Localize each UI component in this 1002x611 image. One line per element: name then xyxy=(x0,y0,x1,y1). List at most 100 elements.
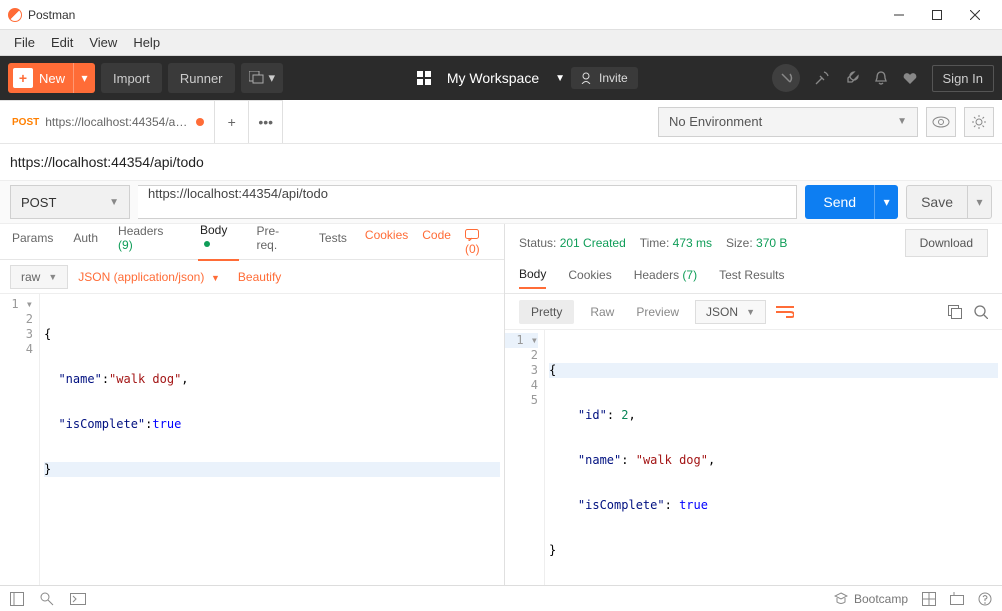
comments-link[interactable]: (0) xyxy=(465,228,494,256)
tab-headers[interactable]: Headers (9) xyxy=(116,224,182,260)
tab-method: POST xyxy=(12,117,39,128)
heart-icon[interactable] xyxy=(902,71,918,85)
close-button[interactable] xyxy=(956,0,994,30)
window-mode-button[interactable]: ▾ xyxy=(241,63,284,93)
request-tabs-row: POST https://localhost:44354/api/to... +… xyxy=(0,100,1002,144)
import-button[interactable]: Import xyxy=(101,63,162,93)
status-bar: Bootcamp xyxy=(0,585,1002,611)
search-response-icon[interactable] xyxy=(974,305,988,319)
body-options-row: raw ▼ JSON (application/json) ▼ Beautify xyxy=(0,260,504,294)
content-type-selector[interactable]: JSON (application/json) ▼ xyxy=(78,270,220,284)
response-tab-body[interactable]: Body xyxy=(519,267,546,289)
send-button[interactable]: Send ▾ xyxy=(805,185,898,219)
window-title: Postman xyxy=(28,8,880,22)
workspace-selector[interactable]: My Workspace ▼ xyxy=(417,70,565,86)
wrap-lines-icon[interactable] xyxy=(776,305,794,319)
tab-params[interactable]: Params xyxy=(10,231,55,253)
new-dropdown[interactable]: ▾ xyxy=(73,63,95,93)
method-value: POST xyxy=(21,195,56,210)
invite-label: Invite xyxy=(599,71,628,85)
save-label: Save xyxy=(907,194,967,210)
top-toolbar: + New ▾ Import Runner ▾ My Workspace ▼ I… xyxy=(0,56,1002,100)
sync-icon[interactable] xyxy=(772,64,800,92)
response-status-row: Status: 201 Created Time: 473 ms Size: 3… xyxy=(505,224,1002,262)
time-value: 473 ms xyxy=(673,236,712,250)
download-button[interactable]: Download xyxy=(905,229,988,257)
workspace-label: My Workspace xyxy=(447,70,539,86)
user-plus-icon xyxy=(581,72,593,84)
response-tab-cookies[interactable]: Cookies xyxy=(568,268,611,288)
cookies-link[interactable]: Cookies xyxy=(365,228,408,256)
request-tab[interactable]: POST https://localhost:44354/api/to... xyxy=(0,100,215,143)
invite-button[interactable]: Invite xyxy=(571,67,638,89)
find-icon[interactable] xyxy=(40,592,54,606)
runner-button[interactable]: Runner xyxy=(168,63,235,93)
console-icon[interactable] xyxy=(70,593,86,605)
maximize-button[interactable] xyxy=(918,0,956,30)
new-button-label: New xyxy=(39,71,73,86)
bootcamp-icon xyxy=(834,592,848,606)
menu-file[interactable]: File xyxy=(6,35,43,50)
save-dropdown[interactable]: ▾ xyxy=(967,186,991,218)
request-subtabs: Params Auth Headers (9) Body Pre-req. Te… xyxy=(0,224,504,260)
request-name: https://localhost:44354/api/todo xyxy=(0,144,1002,180)
environment-selector[interactable]: No Environment ▼ xyxy=(658,107,918,137)
response-pane: Status: 201 Created Time: 473 ms Size: 3… xyxy=(505,224,1002,585)
status-value: 201 Created xyxy=(560,236,626,250)
tab-tests[interactable]: Tests xyxy=(317,231,349,253)
line-gutter: 1 ▾234 xyxy=(0,294,40,585)
pretty-button[interactable]: Pretty xyxy=(519,300,574,324)
response-tab-testresults[interactable]: Test Results xyxy=(719,268,784,288)
wrench-icon[interactable] xyxy=(844,70,860,86)
tab-prereq[interactable]: Pre-req. xyxy=(255,224,301,260)
copy-response-icon[interactable] xyxy=(948,305,962,319)
help-icon[interactable] xyxy=(978,592,992,606)
workspace-grid-icon xyxy=(417,71,431,85)
bell-icon[interactable] xyxy=(874,70,888,86)
request-body-editor[interactable]: 1 ▾234 { "name":"walk dog", "isComplete"… xyxy=(0,294,504,585)
request-pane: Params Auth Headers (9) Body Pre-req. Te… xyxy=(0,224,505,585)
bootcamp-button[interactable]: Bootcamp xyxy=(834,592,908,606)
new-tab-button[interactable]: + xyxy=(215,100,249,143)
request-url-row: POST ▼ https://localhost:44354/api/todo … xyxy=(0,180,1002,224)
response-view-options: Pretty Raw Preview JSON ▼ xyxy=(505,294,1002,330)
body-mode-selector[interactable]: raw ▼ xyxy=(10,265,68,289)
sign-in-button[interactable]: Sign In xyxy=(932,65,994,92)
tab-auth[interactable]: Auth xyxy=(71,231,100,253)
beautify-button[interactable]: Beautify xyxy=(238,270,281,284)
menu-help[interactable]: Help xyxy=(125,35,168,50)
sidebar-toggle-icon[interactable] xyxy=(10,592,24,606)
send-dropdown[interactable]: ▾ xyxy=(874,185,898,219)
code-link[interactable]: Code xyxy=(422,228,451,256)
menubar: File Edit View Help xyxy=(0,30,1002,56)
size-value: 370 B xyxy=(756,236,787,250)
format-selector[interactable]: JSON ▼ xyxy=(695,300,766,324)
settings-button[interactable] xyxy=(964,107,994,137)
unsaved-indicator-icon xyxy=(196,118,204,126)
raw-button[interactable]: Raw xyxy=(584,305,620,319)
menu-view[interactable]: View xyxy=(81,35,125,50)
environment-label: No Environment xyxy=(669,114,762,129)
keyboard-shortcuts-icon[interactable] xyxy=(950,592,964,606)
environment-quicklook-button[interactable] xyxy=(926,107,956,137)
postman-logo-icon xyxy=(8,8,22,22)
minimize-button[interactable] xyxy=(880,0,918,30)
titlebar: Postman xyxy=(0,0,1002,30)
method-selector[interactable]: POST ▼ xyxy=(10,185,130,219)
layout-icon[interactable] xyxy=(922,592,936,606)
tab-options-button[interactable]: ••• xyxy=(249,100,283,143)
url-input[interactable]: https://localhost:44354/api/todo xyxy=(138,185,797,219)
response-body-viewer[interactable]: 1 ▾2345 { "id": 2, "name": "walk dog", "… xyxy=(505,330,1002,585)
new-button[interactable]: + New ▾ xyxy=(8,63,95,93)
save-button[interactable]: Save ▾ xyxy=(906,185,992,219)
response-line-gutter: 1 ▾2345 xyxy=(505,330,545,585)
response-tab-headers[interactable]: Headers (7) xyxy=(634,268,697,288)
plus-icon: + xyxy=(13,68,33,88)
response-subtabs: Body Cookies Headers (7) Test Results xyxy=(505,262,1002,294)
preview-button[interactable]: Preview xyxy=(630,305,685,319)
tab-body[interactable]: Body xyxy=(198,223,239,261)
satellite-icon[interactable] xyxy=(814,70,830,86)
send-label: Send xyxy=(805,194,874,210)
tab-title: https://localhost:44354/api/to... xyxy=(45,115,190,129)
menu-edit[interactable]: Edit xyxy=(43,35,81,50)
